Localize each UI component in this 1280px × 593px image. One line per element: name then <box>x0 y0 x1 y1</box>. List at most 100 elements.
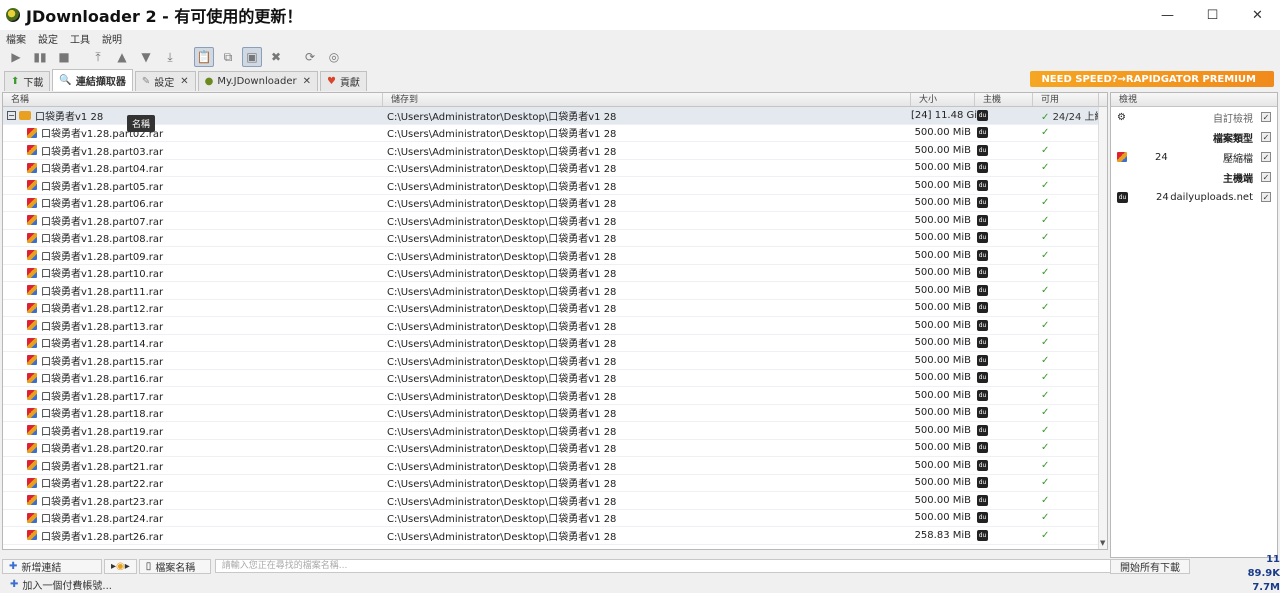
menu-file[interactable]: 檔案 <box>6 31 26 46</box>
menu-tools[interactable]: 工具 <box>70 31 90 46</box>
close-icon[interactable]: ✕ <box>303 76 311 87</box>
table-row[interactable]: 口袋勇者v1.28.part06.rar C:\Users\Administrat… <box>3 195 1107 212</box>
rar-file-icon <box>27 407 37 418</box>
file-type-header: 檔案類型 <box>1213 133 1253 145</box>
table-row[interactable]: 口袋勇者v1.28.part14.rar C:\Users\Administrat… <box>3 335 1107 352</box>
move-top-icon[interactable]: ⤒ <box>88 47 108 67</box>
clipboard-icon[interactable]: 📋 <box>194 47 214 67</box>
table-row[interactable]: 口袋勇者v1.28.part23.rar C:\Users\Administrat… <box>3 492 1107 510</box>
check-icon: ✓ <box>1041 337 1050 349</box>
move-up-icon[interactable]: ▲ <box>112 47 132 67</box>
check-icon: ✓ <box>1041 302 1050 314</box>
move-down-icon[interactable]: ▼ <box>136 47 156 67</box>
table-row[interactable]: 口袋勇者v1.28.part20.rar C:\Users\Administrat… <box>3 440 1107 457</box>
reconnect-icon[interactable]: ⟳ <box>300 47 320 67</box>
auto-start-icon[interactable]: ▣ <box>242 47 262 67</box>
rar-file-icon <box>27 372 37 383</box>
file-path: C:\Users\Administrator\Desktop\口袋勇者v1 28 <box>387 251 617 263</box>
dailyuploads-icon: du <box>977 302 988 314</box>
tab-settings[interactable]: ✎ 設定 ✕ <box>134 71 196 91</box>
start-all-downloads-button[interactable]: 開始所有下載 <box>1110 558 1190 574</box>
tab-myjdownloader[interactable]: ● My.JDownloader ✕ <box>197 71 318 91</box>
table-row[interactable]: 口袋勇者v1.28.part10.rar C:\Users\Administrat… <box>3 265 1107 282</box>
menu-help[interactable]: 說明 <box>102 31 122 46</box>
host-filter-checkbox[interactable]: ✓ <box>1261 192 1271 202</box>
reconnect-off-icon[interactable]: ✖ <box>266 47 286 67</box>
file-path: C:\Users\Administrator\Desktop\口袋勇者v1 28 <box>387 216 617 228</box>
auto-confirm-icon[interactable]: ⧉ <box>218 47 238 67</box>
add-links-button[interactable]: ✚ 新增連結 <box>2 558 102 574</box>
table-row[interactable]: 口袋勇者v1.28.part02.rar C:\Users\Administrat… <box>3 125 1107 142</box>
rar-file-icon <box>27 460 37 471</box>
promo-banner[interactable]: NEED SPEED?→RAPIDGATOR PREMIUM <box>1030 71 1274 87</box>
add-premium-account-link[interactable]: 加入一個付費帳號... <box>22 577 112 592</box>
rar-file-icon <box>27 215 37 226</box>
paste-options-button[interactable]: ▸ ◉ ▸ <box>104 558 137 574</box>
table-row[interactable]: 口袋勇者v1.28.part09.rar C:\Users\Administrat… <box>3 247 1107 265</box>
table-row[interactable]: 口袋勇者v1.28.part08.rar C:\Users\Administrat… <box>3 230 1107 247</box>
file-path: C:\Users\Administrator\Desktop\口袋勇者v1 28 <box>387 199 617 211</box>
gear-icon: ⚙ <box>1117 111 1126 123</box>
host-filter-row[interactable]: du 24 dailyuploads.net ✓ <box>1111 187 1277 207</box>
file-size: 500.00 MiB <box>914 179 971 191</box>
table-row[interactable]: 口袋勇者v1.28.part18.rar C:\Users\Administrat… <box>3 405 1107 422</box>
stop-icon[interactable]: ■ <box>54 47 74 67</box>
table-row[interactable]: 口袋勇者v1.28.part21.rar C:\Users\Administrat… <box>3 457 1107 475</box>
table-row[interactable]: 口袋勇者v1.28.part19.rar C:\Users\Administrat… <box>3 422 1107 440</box>
archive-checkbox[interactable]: ✓ <box>1261 152 1271 162</box>
table-row[interactable]: 口袋勇者v1.28.part03.rar C:\Users\Administrat… <box>3 142 1107 160</box>
table-row[interactable]: 口袋勇者v1.28.part12.rar C:\Users\Administrat… <box>3 300 1107 317</box>
minimize-button[interactable]: — <box>1145 0 1190 30</box>
check-icon: ✓ <box>1041 354 1050 366</box>
file-type-header-row[interactable]: 檔案類型 ✓ <box>1111 127 1277 147</box>
table-row[interactable]: 口袋勇者v1.28.part04.rar C:\Users\Administrat… <box>3 160 1107 177</box>
rar-file-icon <box>27 250 37 261</box>
table-row[interactable]: 口袋勇者v1.28.part05.rar C:\Users\Administrat… <box>3 177 1107 195</box>
host-header-row[interactable]: 主機端 ✓ <box>1111 167 1277 187</box>
maximize-button[interactable]: ☐ <box>1190 0 1235 30</box>
col-save-to[interactable]: 儲存到 <box>383 93 911 106</box>
custom-view-row[interactable]: ⚙ 自訂檢視 ✓ <box>1111 107 1277 127</box>
archive-filter-row[interactable]: 24 壓縮檔 ✓ <box>1111 147 1277 167</box>
scroll-down-icon[interactable]: ▼ <box>1100 539 1105 547</box>
col-available[interactable]: 可用 <box>1033 93 1099 106</box>
table-row[interactable]: 口袋勇者v1.28.part22.rar C:\Users\Administrat… <box>3 475 1107 492</box>
table-row[interactable]: 口袋勇者v1.28.part17.rar C:\Users\Administrat… <box>3 387 1107 405</box>
pause-icon[interactable]: ▮▮ <box>30 47 50 67</box>
table-row[interactable]: 口袋勇者v1.28.part15.rar C:\Users\Administrat… <box>3 352 1107 370</box>
update-icon[interactable]: ◎ <box>324 47 344 67</box>
linkgrabber-table: 名稱 儲存到 大小 主機 可用 − 口袋勇者v1 28 C:\Users\Adm… <box>2 92 1108 550</box>
file-size: 500.00 MiB <box>914 284 971 296</box>
rar-file-icon <box>27 285 37 296</box>
package-row[interactable]: − 口袋勇者v1 28 C:\Users\Administrator\Deskt… <box>3 107 1107 125</box>
move-bottom-icon[interactable]: ⤓ <box>160 47 180 67</box>
search-input[interactable]: 請輸入您正在尋找的檔案名稱... <box>214 559 1125 573</box>
table-row[interactable]: 口袋勇者v1.28.part07.rar C:\Users\Administrat… <box>3 212 1107 230</box>
file-name: 口袋勇者v1.28.part16.rar <box>41 374 164 386</box>
tab-linkgrabber[interactable]: 🔍 連結擷取器 <box>52 69 133 91</box>
table-row[interactable]: 口袋勇者v1.28.part16.rar C:\Users\Administrat… <box>3 370 1107 387</box>
dailyuploads-icon: du <box>977 249 988 261</box>
window-title: JDownloader 2 - 有可使用的更新！ <box>26 7 303 26</box>
file-path: C:\Users\Administrator\Desktop\口袋勇者v1 28 <box>387 269 617 281</box>
vertical-scrollbar[interactable]: ▼ <box>1098 107 1107 549</box>
filename-filter-button[interactable]: ▯ 檔案名稱 <box>138 558 211 574</box>
table-row[interactable]: 口袋勇者v1.28.part24.rar C:\Users\Administrat… <box>3 510 1107 527</box>
custom-view-checkbox[interactable]: ✓ <box>1261 112 1271 122</box>
table-row[interactable]: 口袋勇者v1.28.part11.rar C:\Users\Administrat… <box>3 282 1107 300</box>
start-icon[interactable]: ▶ <box>6 47 26 67</box>
collapse-icon[interactable]: − <box>7 110 16 120</box>
col-name[interactable]: 名稱 <box>3 93 383 106</box>
close-button[interactable]: ✕ <box>1235 0 1280 30</box>
close-icon[interactable]: ✕ <box>180 76 188 87</box>
check-icon: ✓ <box>1041 477 1050 489</box>
col-size[interactable]: 大小 <box>911 93 975 106</box>
table-row[interactable]: 口袋勇者v1.28.part26.rar C:\Users\Administrat… <box>3 527 1107 545</box>
host-checkbox[interactable]: ✓ <box>1261 172 1271 182</box>
table-row[interactable]: 口袋勇者v1.28.part13.rar C:\Users\Administrat… <box>3 317 1107 335</box>
menu-settings[interactable]: 設定 <box>38 31 58 46</box>
col-host[interactable]: 主機 <box>975 93 1033 106</box>
file-type-checkbox[interactable]: ✓ <box>1261 132 1271 142</box>
tab-downloads[interactable]: ⬆ 下載 <box>4 71 51 91</box>
tab-contribute[interactable]: ♥ 貢獻 <box>319 71 367 91</box>
